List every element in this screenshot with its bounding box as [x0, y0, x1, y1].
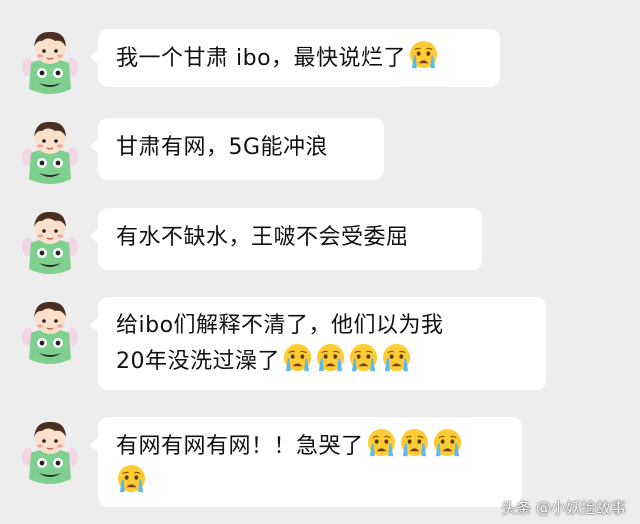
- message-bubble[interactable]: 甘肃有网，5G能冲浪: [90, 118, 384, 180]
- crying-face-emoji-icon: [399, 428, 430, 459]
- watermark: 头条 @小妖捡故事: [501, 499, 626, 517]
- crying-face-emoji-icon: [116, 464, 147, 495]
- avatar-icon[interactable]: [22, 297, 78, 367]
- message-text: 有水不缺水，王啵不会受委屈: [116, 225, 409, 250]
- avatar-icon[interactable]: [22, 117, 78, 187]
- message-bubble[interactable]: 有水不缺水，王啵不会受委屈: [90, 208, 482, 270]
- avatar-icon[interactable]: [22, 207, 78, 277]
- message-text-line: 有网有网有网！！急哭了: [116, 428, 506, 464]
- avatar-icon[interactable]: [22, 27, 78, 97]
- crying-face-emoji-icon: [381, 343, 412, 374]
- message-text-line: 给ibo们解释不清了，他们以为我: [116, 313, 444, 338]
- avatar-icon[interactable]: [22, 417, 78, 487]
- message-text-line: [116, 464, 506, 500]
- message-text: 我一个甘肃 ibo，最快说烂了: [116, 40, 484, 76]
- message-text-line: 20年没洗过澡了: [116, 343, 530, 379]
- crying-face-emoji-icon: [282, 343, 313, 374]
- crying-face-emoji-icon: [348, 343, 379, 374]
- crying-face-emoji-icon: [408, 40, 439, 71]
- message-bubble[interactable]: 给ibo们解释不清了，他们以为我 20年没洗过澡了: [90, 297, 546, 390]
- message-bubble[interactable]: 我一个甘肃 ibo，最快说烂了: [90, 29, 500, 87]
- crying-face-emoji-icon: [315, 343, 346, 374]
- crying-face-emoji-icon: [432, 428, 463, 459]
- message-bubble[interactable]: 有网有网有网！！急哭了: [90, 417, 522, 507]
- crying-face-emoji-icon: [366, 428, 397, 459]
- message-text: 甘肃有网，5G能冲浪: [116, 135, 329, 160]
